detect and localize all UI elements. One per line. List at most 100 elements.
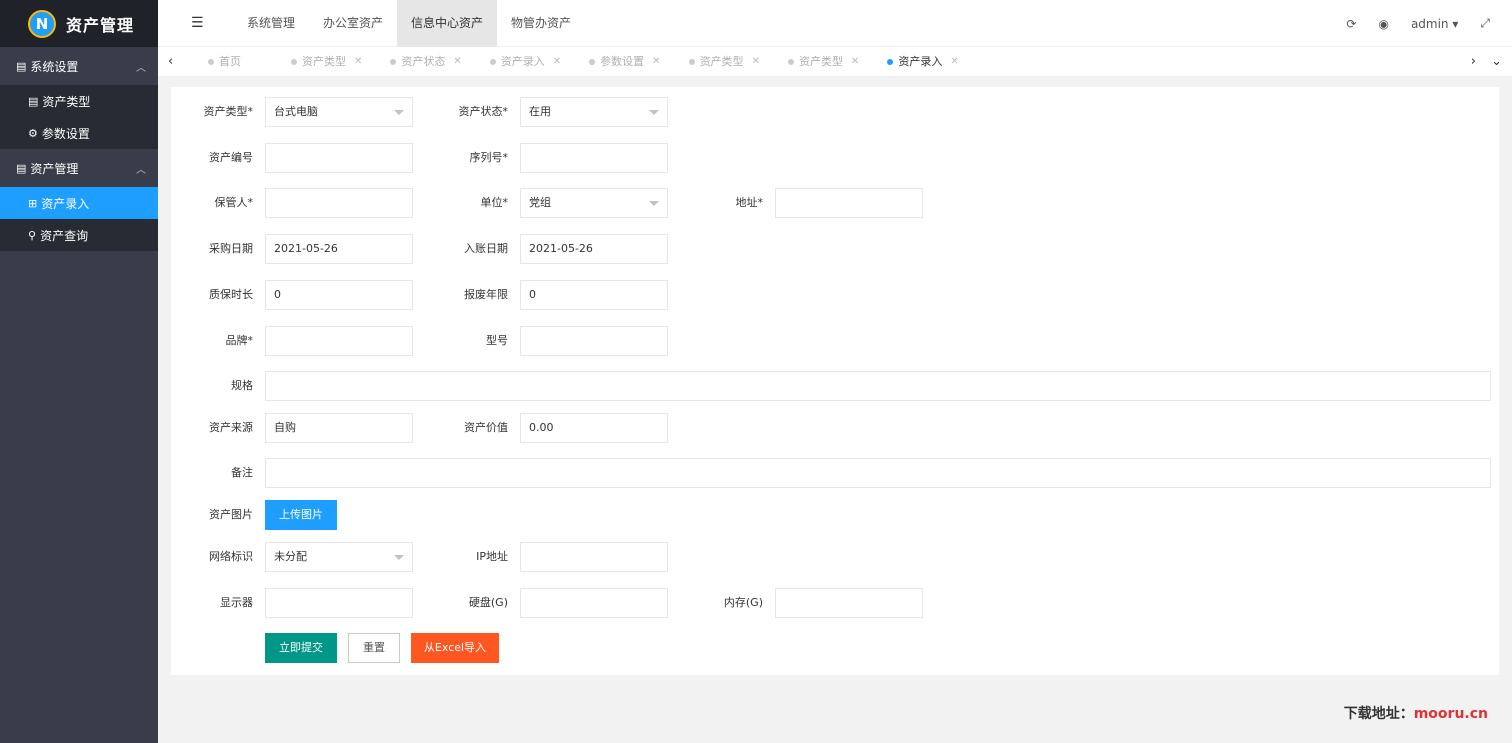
window-icon: ▤ [16, 59, 27, 73]
spec-input[interactable] [265, 371, 1491, 401]
sidebar-item-params[interactable]: ⚙ 参数设置 [0, 117, 158, 149]
tab-dot [208, 59, 214, 65]
remark-input[interactable] [265, 458, 1491, 488]
source-input[interactable]: 自购 [265, 413, 413, 443]
tab-dot [489, 59, 496, 65]
label-warranty: 质保时长 [209, 288, 253, 301]
label-scrap-years: 报废年限 [464, 288, 508, 301]
model-input[interactable] [520, 326, 668, 356]
scrap-years-input[interactable]: 0 [520, 280, 668, 310]
app-title: 资产管理 [66, 15, 135, 35]
sidebar-item-asset-query[interactable]: ⚲ 资产查询 [0, 219, 158, 251]
tab-list: 首页 资产类型 ✕ 资产状态 ✕ 资产录入 ✕ 参数设置 ✕ 资产类型 ✕ 资产类型 ✕ 资… [198, 47, 969, 77]
address-input[interactable] [775, 188, 923, 218]
entry-date-input[interactable]: 2021-05-26 [520, 234, 668, 264]
tab-menu-chevron-down-icon[interactable]: ⌄ [1491, 54, 1502, 69]
submit-button[interactable]: 立即提交 [265, 633, 337, 663]
close-icon[interactable]: ✕ [453, 47, 461, 77]
tab-label: 首页 [219, 55, 241, 68]
label-serial-no: 序列号* [469, 151, 509, 164]
tab-dot [589, 59, 596, 65]
asset-entry-form: 资产类型* 台式电脑 资产状态* 在用 资产编号 序列号* 保管人* 单位* 党… [171, 87, 1499, 675]
purchase-date-input[interactable]: 2021-05-26 [265, 234, 413, 264]
label-remark: 备注 [231, 466, 253, 479]
label-disk: 硬盘(G) [468, 596, 508, 609]
close-icon[interactable]: ✕ [851, 47, 859, 77]
label-network: 网络标识 [209, 550, 253, 563]
unit-select[interactable]: 党组 [520, 188, 668, 218]
close-icon[interactable]: ✕ [752, 47, 760, 77]
sidebar: N 资产管理 ▤ 系统设置 ︿ ▤ 资产类型 ⚙ 参数设置 ▤ 资产管理 ︿ ⊞… [0, 0, 158, 743]
refresh-icon[interactable]: ⟳ [1346, 17, 1356, 31]
disk-input[interactable] [520, 588, 668, 618]
tab-home[interactable]: 首页 [198, 47, 251, 77]
gear-icon: ⚙ [28, 126, 38, 140]
tab-dot [887, 59, 894, 65]
warranty-input[interactable]: 0 [265, 280, 413, 310]
ip-input[interactable] [520, 542, 668, 572]
top-menu-item[interactable]: 办公室资产 [309, 0, 397, 47]
label-address: 地址* [735, 196, 764, 209]
top-menu-item[interactable]: 系统管理 [233, 0, 309, 47]
top-header: ☰ 系统管理 办公室资产 信息中心资产 物管办资产 ⟳ ◉ admin ▾ ⤢ [158, 0, 1512, 47]
price-input[interactable]: 0.00 [520, 413, 668, 443]
tab-label: 参数设置 [600, 55, 645, 68]
sidebar-item-asset-type[interactable]: ▤ 资产类型 [0, 85, 158, 117]
chevron-up-icon[interactable]: ︿ [136, 59, 146, 74]
logo-icon: N [28, 9, 56, 38]
custodian-input[interactable] [265, 188, 413, 218]
tab-scroll-left-icon[interactable]: ‹ [168, 54, 173, 69]
asset-type-select[interactable]: 台式电脑 [265, 97, 413, 127]
top-menu-item[interactable]: 物管办资产 [497, 0, 585, 47]
label-model: 型号 [486, 334, 508, 347]
tab-dot [390, 59, 397, 65]
tab[interactable]: 资产录入 ✕ [480, 47, 571, 77]
top-menu-item-active[interactable]: 信息中心资产 [397, 0, 498, 47]
tab-scroll-right-icon[interactable]: › [1471, 54, 1476, 69]
sidebar-item-label: 资产录入 [41, 196, 90, 211]
label-asset-status: 资产状态* [458, 105, 509, 118]
sidebar-group-system[interactable]: ▤ 系统设置 ︿ [0, 47, 158, 85]
sidebar-group-label: 系统设置 [30, 59, 79, 74]
tab-label: 资产类型 [302, 55, 346, 68]
chevron-up-icon[interactable]: ︿ [136, 161, 146, 176]
username: admin [1410, 16, 1449, 31]
upload-image-button[interactable]: 上传图片 [265, 500, 337, 530]
sidebar-group-asset[interactable]: ▤ 资产管理 ︿ [0, 149, 158, 187]
tab-label: 资产状态 [401, 55, 446, 68]
brand-input[interactable] [265, 326, 413, 356]
close-icon[interactable]: ✕ [950, 47, 958, 77]
asset-no-input[interactable] [265, 143, 413, 173]
tab-label: 资产类型 [699, 55, 744, 68]
sidebar-item-asset-entry[interactable]: ⊞ 资产录入 [0, 187, 158, 219]
theme-icon[interactable]: ◉ [1378, 17, 1388, 31]
sidebar-group-label: 资产管理 [30, 161, 79, 176]
label-custodian: 保管人* [214, 196, 254, 209]
asset-status-select[interactable]: 在用 [520, 97, 668, 127]
tab-dot [688, 59, 695, 65]
tab-dot [291, 59, 297, 65]
memory-input[interactable] [775, 588, 923, 618]
logo[interactable]: N 资产管理 [0, 0, 158, 47]
tab[interactable]: 资产类型 ✕ [281, 47, 372, 77]
tab[interactable]: 资产状态 ✕ [380, 47, 471, 77]
user-menu[interactable]: admin ▾ [1411, 17, 1458, 31]
network-select[interactable]: 未分配 [265, 542, 413, 572]
tab[interactable]: 参数设置 ✕ [579, 47, 670, 77]
serial-no-input[interactable] [520, 143, 668, 173]
menu-toggle-icon[interactable]: ☰ [191, 15, 204, 31]
tab[interactable]: 资产类型 ✕ [679, 47, 770, 77]
tab[interactable]: 资产类型 ✕ [778, 47, 869, 77]
close-icon[interactable]: ✕ [354, 47, 362, 77]
label-ip: IP地址 [476, 550, 508, 563]
excel-import-button[interactable]: 从Excel导入 [411, 633, 499, 663]
window-icon: ▤ [16, 161, 27, 175]
watermark: 下载地址：mooru.cn [1344, 703, 1488, 723]
fullscreen-icon[interactable]: ⤢ [1480, 16, 1490, 31]
close-icon[interactable]: ✕ [553, 47, 561, 77]
label-brand: 品牌* [225, 334, 254, 347]
reset-button[interactable]: 重置 [348, 633, 400, 663]
monitor-input[interactable] [265, 588, 413, 618]
tab-active[interactable]: 资产录入 ✕ [877, 47, 968, 77]
close-icon[interactable]: ✕ [652, 47, 660, 77]
